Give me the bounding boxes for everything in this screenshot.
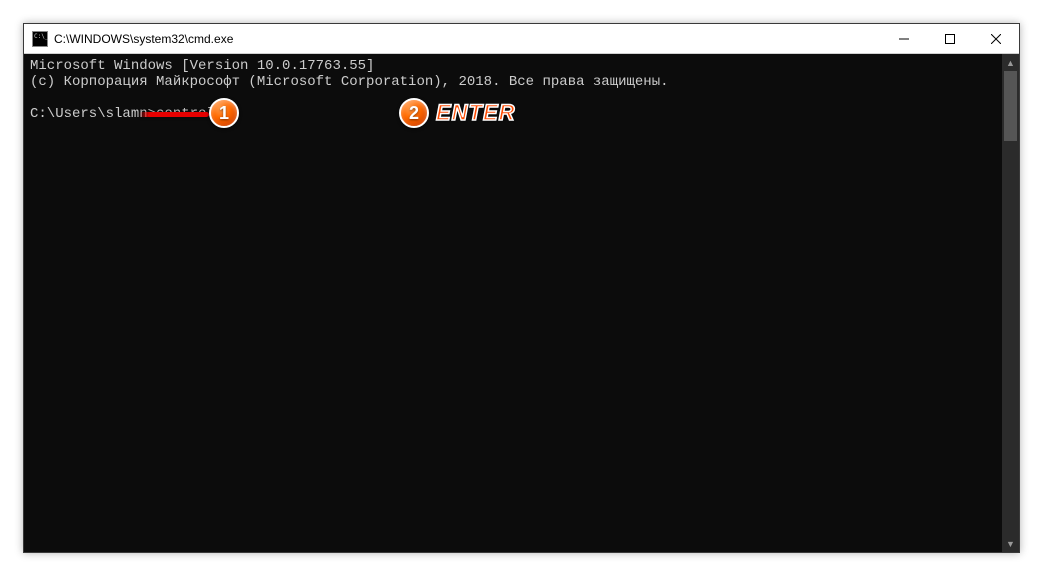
console-line-copyright: (c) Корпорация Майкрософт (Microsoft Cor…: [30, 74, 669, 90]
maximize-button[interactable]: [927, 24, 973, 53]
close-button[interactable]: [973, 24, 1019, 53]
window-title: C:\WINDOWS\system32\cmd.exe: [54, 32, 881, 46]
close-icon: [991, 34, 1001, 44]
scroll-thumb[interactable]: [1004, 71, 1017, 141]
console-command: control: [156, 106, 215, 122]
cmd-icon: [32, 31, 48, 47]
window-frame: C:\WINDOWS\system32\cmd.exe Microsoft Wi…: [23, 23, 1020, 553]
minimize-button[interactable]: [881, 24, 927, 53]
scroll-up-arrow-icon[interactable]: ▲: [1002, 54, 1019, 71]
console-output[interactable]: Microsoft Windows [Version 10.0.17763.55…: [24, 54, 1002, 552]
window-controls: [881, 24, 1019, 53]
console-prompt: C:\Users\slamn>: [30, 106, 156, 122]
console-area: Microsoft Windows [Version 10.0.17763.55…: [24, 54, 1019, 552]
scroll-down-arrow-icon[interactable]: ▼: [1002, 535, 1019, 552]
vertical-scrollbar[interactable]: ▲ ▼: [1002, 54, 1019, 552]
minimize-icon: [899, 34, 909, 44]
console-line-version: Microsoft Windows [Version 10.0.17763.55…: [30, 58, 374, 74]
maximize-icon: [945, 34, 955, 44]
cmd-window: C:\WINDOWS\system32\cmd.exe Microsoft Wi…: [24, 24, 1019, 552]
scroll-track[interactable]: [1002, 71, 1019, 535]
titlebar[interactable]: C:\WINDOWS\system32\cmd.exe: [24, 24, 1019, 54]
